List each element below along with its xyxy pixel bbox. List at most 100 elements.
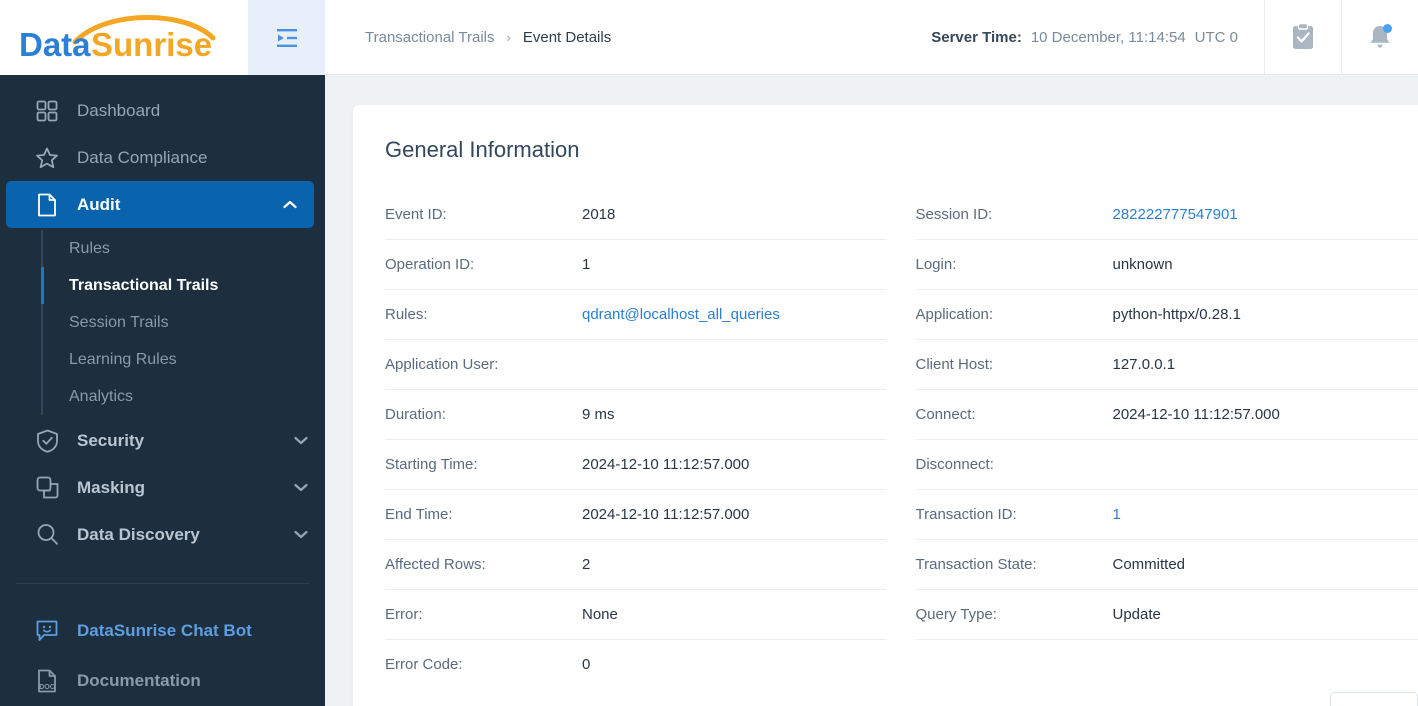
- svg-text:Data: Data: [19, 26, 91, 63]
- row-value: unknown: [1112, 256, 1173, 273]
- document-icon: [34, 192, 60, 218]
- row-value: 0: [582, 656, 591, 673]
- sidebar-item-label: Data Compliance: [77, 147, 208, 167]
- row-value: 2024-12-10 11:12:57.000: [582, 506, 750, 523]
- table-row: Client Host: 127.0.0.1: [915, 339, 1418, 389]
- table-row: Duration: 9 ms: [385, 389, 886, 439]
- table-row: Query Type: Update: [915, 589, 1418, 639]
- row-label: Session ID:: [915, 205, 993, 223]
- row-label: Error:: [385, 606, 423, 623]
- sidebar-item-masking[interactable]: Masking: [0, 464, 325, 511]
- sidebar-item-label: Security: [77, 430, 145, 450]
- sidebar-bottom-nav: DataSunrise Chat Bot DOC Documentation: [0, 584, 325, 706]
- sidebar-item-label: Dashboard: [77, 100, 161, 120]
- table-row: [915, 639, 1418, 689]
- shield-check-icon: [34, 428, 60, 454]
- row-value: None: [582, 606, 618, 623]
- chevron-down-icon: [294, 483, 308, 492]
- doc-icon: DOC: [34, 668, 60, 694]
- content-area: General Information Event ID: 2018 Opera…: [325, 75, 1418, 706]
- grid-icon: [34, 98, 60, 124]
- sidebar-item-label: DataSunrise Chat Bot: [77, 621, 252, 640]
- sidebar-subitem-analytics[interactable]: Analytics: [45, 378, 325, 415]
- clipboard-check-icon: [1293, 23, 1313, 49]
- sidebar-subitem-rules[interactable]: Rules: [45, 230, 325, 267]
- row-value: Committed: [1112, 556, 1186, 573]
- breadcrumb-parent[interactable]: Transactional Trails: [365, 29, 495, 46]
- row-label: Affected Rows:: [385, 556, 486, 573]
- sidebar-item-data-compliance[interactable]: Data Compliance: [0, 134, 325, 181]
- row-label: Event ID:: [385, 205, 447, 223]
- row-label: Application:: [915, 306, 994, 323]
- sidebar-subitem-learning-rules[interactable]: Learning Rules: [45, 341, 325, 378]
- sidebar-item-chat-bot[interactable]: DataSunrise Chat Bot: [0, 606, 325, 656]
- row-value: 127.0.0.1: [1112, 356, 1176, 373]
- table-row: End Time: 2024-12-10 11:12:57.000: [385, 489, 886, 539]
- table-row: Login: unknown: [915, 239, 1418, 289]
- logo-bar: Data Sunrise: [0, 0, 325, 75]
- row-value-link[interactable]: 282222777547901: [1113, 206, 1238, 223]
- row-label: Transaction ID:: [915, 506, 1017, 523]
- sidebar-subitem-session-trails[interactable]: Session Trails: [45, 304, 325, 341]
- main-area: Transactional Trails › Event Details Ser…: [325, 0, 1418, 706]
- server-time: Server Time: 10 December, 11:14:54 UTC 0: [931, 0, 1264, 74]
- row-label: Transaction State:: [915, 556, 1037, 573]
- breadcrumb: Transactional Trails › Event Details: [325, 0, 931, 74]
- sidebar-item-documentation[interactable]: DOC Documentation: [0, 656, 325, 706]
- info-column-right: Session ID: 282222777547901 Login: unkno…: [886, 189, 1418, 689]
- logo-icon: Data Sunrise: [19, 14, 215, 63]
- table-row: Application User:: [385, 339, 886, 389]
- sidebar-subitem-label: Rules: [69, 239, 110, 257]
- row-value: python-httpx/0.28.1: [1112, 306, 1241, 323]
- chevron-up-icon: [283, 200, 297, 209]
- table-row: Application: python-httpx/0.28.1: [915, 289, 1418, 339]
- server-time-timezone: UTC 0: [1194, 28, 1238, 46]
- row-label: Rules:: [385, 306, 428, 323]
- floating-action-panel[interactable]: [1330, 692, 1418, 706]
- audit-submenu: Rules Transactional Trails Session Trail…: [0, 230, 325, 415]
- sidebar-item-audit[interactable]: Audit: [6, 181, 314, 228]
- server-time-value: 10 December, 11:14:54: [1030, 28, 1186, 46]
- row-value: 1: [582, 256, 591, 273]
- sidebar-item-security[interactable]: Security: [0, 417, 325, 464]
- collapse-sidebar-button[interactable]: [248, 0, 325, 75]
- sidebar: Data Sunrise Dashboard Data Compliance A…: [0, 0, 325, 706]
- sidebar-item-dashboard[interactable]: Dashboard: [0, 87, 325, 134]
- breadcrumb-separator-icon: ›: [506, 29, 511, 45]
- tasks-button[interactable]: [1264, 0, 1341, 74]
- row-label: Application User:: [385, 356, 499, 373]
- notifications-button[interactable]: [1341, 0, 1418, 74]
- top-bar: Transactional Trails › Event Details Ser…: [325, 0, 1418, 75]
- row-value: 2024-12-10 11:12:57.000: [1112, 406, 1280, 423]
- row-label: Starting Time:: [385, 456, 478, 473]
- row-label: End Time:: [385, 506, 453, 523]
- sidebar-subitem-transactional-trails[interactable]: Transactional Trails: [41, 267, 325, 304]
- sidebar-item-data-discovery[interactable]: Data Discovery: [0, 511, 325, 558]
- sidebar-item-label: Data Discovery: [77, 524, 200, 544]
- table-row: Affected Rows: 2: [385, 539, 886, 589]
- table-row: Error Code: 0: [385, 639, 886, 689]
- table-row: Starting Time: 2024-12-10 11:12:57.000: [385, 439, 886, 489]
- sidebar-item-label: Masking: [77, 477, 146, 497]
- server-time-label: Server Time:: [931, 28, 1022, 46]
- sidebar-subitem-label: Analytics: [69, 387, 134, 405]
- row-label: Connect:: [915, 406, 976, 423]
- chat-smile-icon: [34, 618, 60, 644]
- datasunrise-logo[interactable]: Data Sunrise: [0, 0, 248, 75]
- row-value: 2: [582, 556, 591, 573]
- table-row: Event ID: 2018: [385, 189, 886, 239]
- svg-text:DOC: DOC: [39, 684, 55, 691]
- star-icon: [34, 145, 60, 171]
- row-label: Login:: [915, 256, 957, 273]
- row-value-link[interactable]: 1: [1113, 506, 1121, 523]
- row-label: Operation ID:: [385, 256, 475, 273]
- row-value: 2024-12-10 11:12:57.000: [582, 456, 750, 473]
- table-row: Session ID: 282222777547901: [916, 189, 1418, 239]
- app-root: Data Sunrise Dashboard Data Compliance A…: [0, 0, 1418, 706]
- table-row: Transaction ID: 1: [915, 489, 1418, 539]
- row-label: Error Code:: [385, 656, 463, 673]
- row-value-link[interactable]: qdrant@localhost_all_queries: [582, 306, 780, 323]
- row-label: Client Host:: [915, 356, 994, 373]
- info-column-left: Event ID: 2018 Operation ID: 1 Rules: qd…: [353, 189, 886, 689]
- chevron-down-icon: [294, 436, 308, 445]
